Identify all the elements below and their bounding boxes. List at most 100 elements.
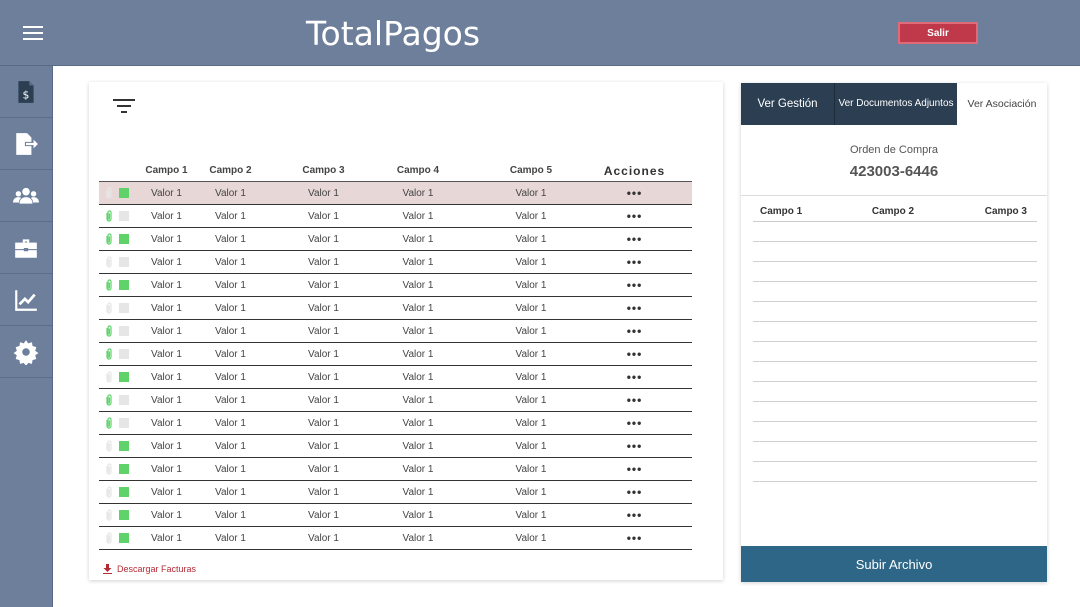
row-status-icons	[99, 302, 144, 314]
table-cell: Valor 1	[515, 233, 547, 245]
row-actions-button[interactable]: •••	[601, 508, 668, 522]
row-actions-button[interactable]: •••	[601, 462, 668, 476]
paperclip-icon[interactable]	[105, 256, 113, 268]
paperclip-icon[interactable]	[105, 417, 113, 429]
row-actions-button[interactable]: •••	[601, 393, 668, 407]
table-row	[753, 222, 1037, 242]
table-cell: Valor 1	[515, 348, 547, 360]
column-header[interactable]: Campo 4	[375, 165, 461, 176]
paperclip-icon[interactable]	[105, 509, 113, 521]
table-cell: Valor 1	[515, 187, 547, 199]
column-header[interactable]: Campo 1	[144, 165, 189, 176]
row-actions-button[interactable]: •••	[601, 301, 668, 315]
row-status-icons	[99, 325, 144, 337]
table-cell: Valor 1	[402, 509, 434, 521]
table-row[interactable]: Valor 1 Valor 1 Valor 1 Valor 1 Valor 1 •••	[99, 182, 692, 205]
note-icon[interactable]	[119, 326, 129, 336]
note-icon[interactable]	[119, 303, 129, 313]
column-header[interactable]: Campo 3	[272, 165, 375, 176]
row-actions-button[interactable]: •••	[601, 485, 668, 499]
column-header[interactable]: Campo 2	[189, 165, 272, 176]
table-cell: Valor 1	[402, 325, 434, 337]
table-row[interactable]: Valor 1 Valor 1 Valor 1 Valor 1 Valor 1 •••	[99, 435, 692, 458]
note-icon[interactable]	[119, 188, 129, 198]
sidebar-item-reports[interactable]	[0, 274, 52, 326]
table-row[interactable]: Valor 1 Valor 1 Valor 1 Valor 1 Valor 1 •••	[99, 228, 692, 251]
download-invoices-link[interactable]: Descargar Facturas	[103, 564, 196, 574]
row-actions-button[interactable]: •••	[601, 324, 668, 338]
table-row[interactable]: Valor 1 Valor 1 Valor 1 Valor 1 Valor 1 •••	[99, 366, 692, 389]
paperclip-icon[interactable]	[105, 371, 113, 383]
table-row[interactable]: Valor 1 Valor 1 Valor 1 Valor 1 Valor 1 •••	[99, 205, 692, 228]
table-row[interactable]: Valor 1 Valor 1 Valor 1 Valor 1 Valor 1 •••	[99, 458, 692, 481]
sidebar-item-users[interactable]	[0, 170, 52, 222]
table-row[interactable]: Valor 1 Valor 1 Valor 1 Valor 1 Valor 1 •••	[99, 297, 692, 320]
table-cell: Valor 1	[151, 348, 182, 360]
top-bar: TotalPagos Salir	[0, 0, 1080, 66]
row-actions-button[interactable]: •••	[601, 439, 668, 453]
note-icon[interactable]	[119, 211, 129, 221]
note-icon[interactable]	[119, 257, 129, 267]
row-actions-button[interactable]: •••	[601, 531, 668, 545]
note-icon[interactable]	[119, 280, 129, 290]
table-row[interactable]: Valor 1 Valor 1 Valor 1 Valor 1 Valor 1 •••	[99, 481, 692, 504]
table-cell: Valor 1	[151, 463, 182, 475]
table-row[interactable]: Valor 1 Valor 1 Valor 1 Valor 1 Valor 1 •••	[99, 274, 692, 297]
paperclip-icon[interactable]	[105, 348, 113, 360]
row-actions-button[interactable]: •••	[601, 278, 668, 292]
paperclip-icon[interactable]	[105, 279, 113, 291]
table-row[interactable]: Valor 1 Valor 1 Valor 1 Valor 1 Valor 1 •••	[99, 527, 692, 550]
paperclip-icon[interactable]	[105, 394, 113, 406]
note-icon[interactable]	[119, 533, 129, 543]
paperclip-icon[interactable]	[105, 463, 113, 475]
table-row[interactable]: Valor 1 Valor 1 Valor 1 Valor 1 Valor 1 •••	[99, 389, 692, 412]
sidebar-item-invoices[interactable]: $	[0, 66, 52, 118]
paperclip-icon[interactable]	[105, 187, 113, 199]
note-icon[interactable]	[119, 464, 129, 474]
row-actions-button[interactable]: •••	[601, 416, 668, 430]
table-row[interactable]: Valor 1 Valor 1 Valor 1 Valor 1 Valor 1 •••	[99, 320, 692, 343]
tab-ver-asociacion[interactable]: Ver Asociación	[957, 83, 1047, 125]
sidebar-item-settings[interactable]	[0, 326, 52, 378]
table-row[interactable]: Valor 1 Valor 1 Valor 1 Valor 1 Valor 1 •••	[99, 251, 692, 274]
row-actions-button[interactable]: •••	[601, 209, 668, 223]
sidebar-item-business[interactable]	[0, 222, 52, 274]
row-actions-button[interactable]: •••	[601, 232, 668, 246]
table-header: Campo 1 Campo 2 Campo 3 Campo 4 Campo 5 …	[99, 160, 692, 182]
paperclip-icon[interactable]	[105, 486, 113, 498]
paperclip-icon[interactable]	[105, 233, 113, 245]
row-actions-button[interactable]: •••	[601, 370, 668, 384]
filter-icon[interactable]	[113, 98, 135, 114]
note-icon[interactable]	[119, 487, 129, 497]
row-actions-button[interactable]: •••	[601, 186, 668, 200]
table-cell: Valor 1	[215, 486, 246, 498]
paperclip-icon[interactable]	[105, 302, 113, 314]
row-actions-button[interactable]: •••	[601, 255, 668, 269]
note-icon[interactable]	[119, 510, 129, 520]
paperclip-icon[interactable]	[105, 440, 113, 452]
logout-button[interactable]: Salir	[898, 22, 978, 44]
note-icon[interactable]	[119, 418, 129, 428]
paperclip-icon[interactable]	[105, 532, 113, 544]
association-card: Ver Gestión Ver Documentos Adjuntos Ver …	[741, 83, 1047, 582]
table-row[interactable]: Valor 1 Valor 1 Valor 1 Valor 1 Valor 1 •••	[99, 343, 692, 366]
tab-ver-documentos[interactable]: Ver Documentos Adjuntos	[835, 83, 957, 125]
note-icon[interactable]	[119, 395, 129, 405]
menu-button[interactable]	[0, 0, 66, 66]
paperclip-icon[interactable]	[105, 210, 113, 222]
table-row	[753, 462, 1037, 482]
table-row[interactable]: Valor 1 Valor 1 Valor 1 Valor 1 Valor 1 •••	[99, 412, 692, 435]
table-cell: Valor 1	[402, 463, 434, 475]
table-row[interactable]: Valor 1 Valor 1 Valor 1 Valor 1 Valor 1 •••	[99, 504, 692, 527]
upload-file-button[interactable]: Subir Archivo	[741, 546, 1047, 582]
row-actions-button[interactable]: •••	[601, 347, 668, 361]
paperclip-icon[interactable]	[105, 325, 113, 337]
note-icon[interactable]	[119, 441, 129, 451]
sidebar-item-export[interactable]	[0, 118, 52, 170]
note-icon[interactable]	[119, 372, 129, 382]
column-header[interactable]: Campo 5	[461, 165, 601, 176]
tab-ver-gestion[interactable]: Ver Gestión	[741, 83, 835, 125]
table-cell: Valor 1	[215, 302, 246, 314]
note-icon[interactable]	[119, 349, 129, 359]
note-icon[interactable]	[119, 234, 129, 244]
